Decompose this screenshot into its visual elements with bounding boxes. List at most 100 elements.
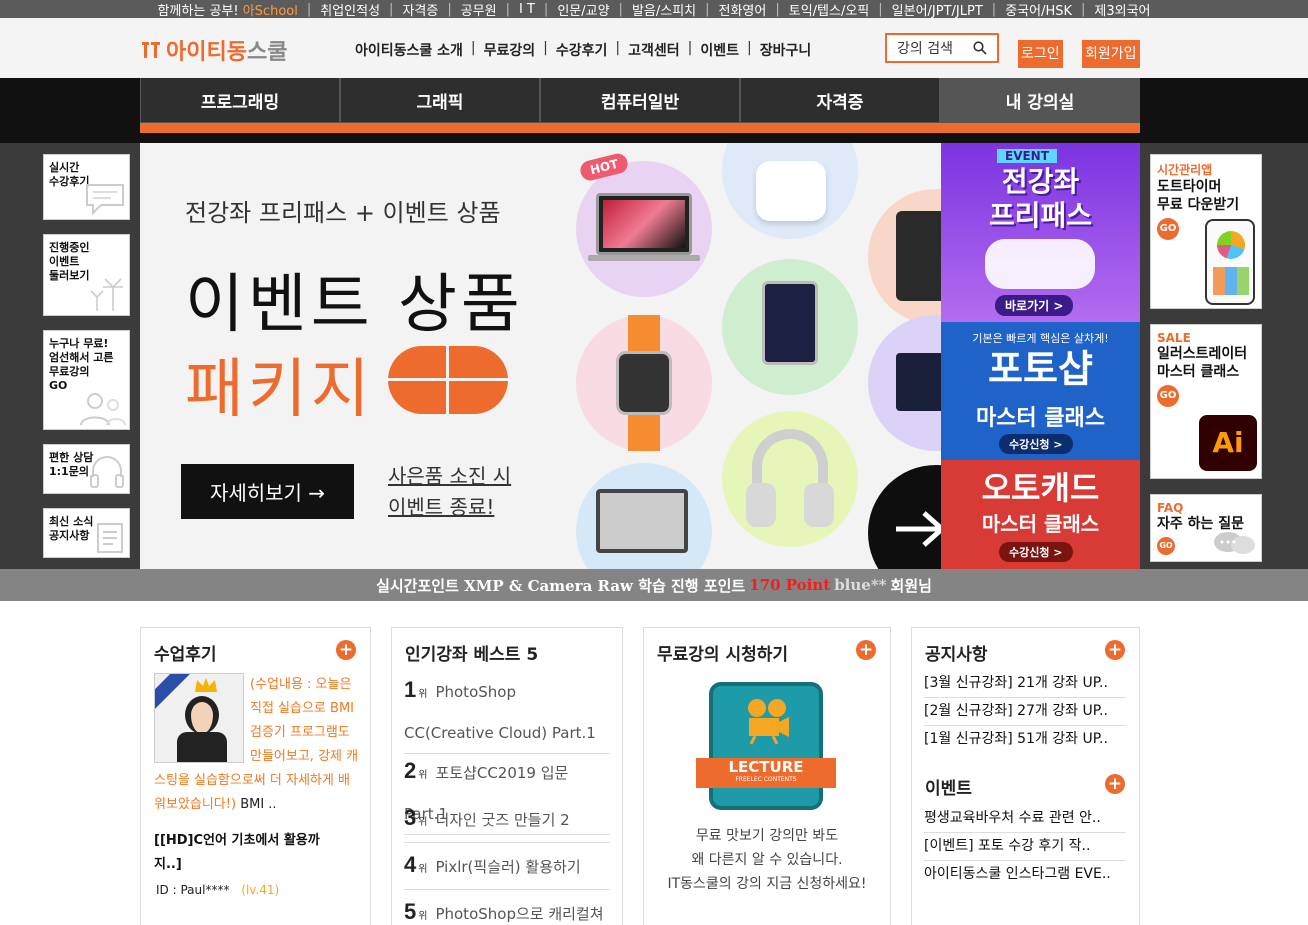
product-airpods <box>722 143 858 239</box>
category-computer-general[interactable]: 컴퓨터일반 <box>540 78 740 123</box>
film-projector-icon <box>748 699 789 745</box>
review-course-link[interactable]: [[HD]C언어 기초에서 활용까지..] <box>154 829 344 877</box>
best-item-1[interactable]: 1 위 PhotoShop CC(Creative Cloud) Part.1 <box>404 670 610 754</box>
best-item-4[interactable]: 4 위 Pixlr(픽슬러) 활용하기 <box>404 845 610 890</box>
quick-illustrator-sale[interactable]: SALE 일러스트레이터 마스터 클래스 GO Ai <box>1150 324 1262 479</box>
topbar-link[interactable]: 일본어/JPT/JLPT <box>883 0 992 19</box>
search-icon[interactable] <box>973 41 987 55</box>
lecture-badge-graphic[interactable] <box>709 682 823 810</box>
login-button[interactable]: 로그인 <box>1018 40 1063 68</box>
topbar-intro: 함께하는 공부! 아School <box>157 3 298 19</box>
category-my-classroom[interactable]: 내 강의실 <box>940 78 1140 123</box>
firework-icon <box>90 278 123 311</box>
topbar-link[interactable]: 자격증 <box>393 0 447 19</box>
review-user-id: ID : Paul**** (lv.41) <box>156 883 280 897</box>
realtime-point-ticker: 실시간포인트 XMP & Camera Raw 학습 진행 포인트 170 Po… <box>0 569 1308 601</box>
ad-photoshop[interactable]: 기본은 빠르게 핵심은 살차게! 포토샵 마스터 클래스 수강신청 > <box>941 322 1140 460</box>
ad-autocad-cta[interactable]: 수강신청 > <box>999 542 1073 562</box>
people-icon <box>80 393 126 426</box>
reviews-more-plus-icon[interactable]: + <box>336 640 356 660</box>
free-lecture-more-plus-icon[interactable]: + <box>856 640 876 660</box>
airpods-graphic <box>985 239 1095 289</box>
best5-panel: 인기강좌 베스트 5 1 위 PhotoShop CC(Creative Cloud… <box>391 627 623 925</box>
phone-app-graphic <box>1205 219 1255 305</box>
go-badge[interactable]: GO <box>1157 385 1179 407</box>
chat-bubbles-icon <box>1214 532 1255 554</box>
category-programming[interactable]: 프로그래밍 <box>140 78 340 123</box>
main-event-banner[interactable]: 전강좌 프리패스 + 이벤트 상품 이벤트 상품 패키지 자세히보기 → 사은품… <box>140 143 941 569</box>
join-button[interactable]: 회원가입 <box>1082 40 1140 68</box>
reviews-title: 수업후기 <box>154 645 217 665</box>
notice-item[interactable]: [1월 신규강좌] 51개 강좌 UP.. <box>924 726 1126 753</box>
topbar-link[interactable]: 발음/스피치 <box>623 0 705 19</box>
left-quick-menu: 실시간 수강후기 진행중인 이벤트 둘러보기 누구나 무료! 엄선해서 고른 무… <box>43 154 130 572</box>
ad-freepass-cta[interactable]: 바로가기 > <box>995 295 1074 316</box>
arrow-right-icon[interactable] <box>890 507 941 551</box>
main-nav: 아이티동스쿨 소개 | 무료강의 | 수강후기 | 고객센터 | 이벤트 | 장바구니 <box>349 40 817 60</box>
product-ipad <box>722 259 858 395</box>
lecture-ribbon: LECTURE FREELEC CONTENTS <box>696 758 836 788</box>
right-quick-menu: 시간관리앱 도트타이머 무료 다운받기 GO SALE 일러스트레이터 마스터 … <box>1150 154 1262 577</box>
search-input[interactable]: 강의 검색 <box>885 33 999 63</box>
notice-item[interactable]: [2월 신규강좌] 27개 강좌 UP.. <box>924 698 1126 726</box>
go-badge[interactable]: GO <box>1157 218 1179 240</box>
quick-notice[interactable]: 최신 소식 공지사항 <box>43 508 130 558</box>
hero-stage: 실시간 수강후기 진행중인 이벤트 둘러보기 누구나 무료! 엄선해서 고른 무… <box>0 143 1308 569</box>
topbar-link[interactable]: 전화영어 <box>710 0 776 19</box>
nav-reviews[interactable]: 수강후기 <box>550 40 614 60</box>
banner-detail-button[interactable]: 자세히보기 → <box>181 464 354 519</box>
nav-customer-center[interactable]: 고객센터 <box>622 40 686 60</box>
quick-ongoing-events[interactable]: 진행중인 이벤트 둘러보기 <box>43 234 130 316</box>
category-accent-line <box>140 123 1140 133</box>
quick-consult-inquiry[interactable]: 편한 상담 1:1문의 <box>43 444 130 494</box>
ad-photoshop-cta[interactable]: 수강신청 > <box>999 434 1073 454</box>
best-item-3[interactable]: 3 위 디자인 굿즈 만들기 2 <box>404 798 610 843</box>
quick-faq[interactable]: FAQ 자주 하는 질문 GO <box>1150 494 1262 562</box>
product-macbook <box>868 315 941 451</box>
best-item-5[interactable]: 5 위 PhotoShop으로 캐리컬쳐 <box>404 892 610 925</box>
topbar-link[interactable]: 제3외국어 <box>1085 0 1159 19</box>
event-more-plus-icon[interactable]: + <box>1105 774 1125 794</box>
logo-mark-icon <box>142 42 160 58</box>
nav-cart[interactable]: 장바구니 <box>754 40 818 60</box>
topbar-link[interactable]: I T <box>510 2 544 17</box>
banner-title-package: 패키지 <box>185 353 374 427</box>
nav-free-lectures[interactable]: 무료강의 <box>478 40 542 60</box>
document-icon <box>97 523 123 553</box>
notice-more-plus-icon[interactable]: + <box>1105 640 1125 660</box>
topbar-link[interactable]: 취업인적성 <box>311 0 389 19</box>
ad-freepass[interactable]: EVENT 전강좌 프리패스 바로가기 > <box>941 143 1140 322</box>
event-item[interactable]: 아이티동스쿨 인스타그램 EVE.. <box>924 861 1126 888</box>
review-text: (수업내용 : 오늘은 직접 실습으로 BMI 검증기 프로그램도 만들어보고,… <box>154 677 359 812</box>
topbar-link[interactable]: 토익/텝스/오픽 <box>780 0 879 19</box>
event-item[interactable]: 평생교육바우처 수료 관련 안.. <box>924 805 1126 833</box>
site-header: 아이티동 스쿨 아이티동스쿨 소개 | 무료강의 | 수강후기 | 고객센터 | 이벤트 |… <box>0 18 1308 78</box>
free-lecture-title: 무료강의 시청하기 <box>657 645 789 665</box>
nav-about[interactable]: 아이티동스쿨 소개 <box>349 40 469 60</box>
banner-note: 사은품 소진 시 이벤트 종료! <box>388 464 512 519</box>
quick-realtime-reviews[interactable]: 실시간 수강후기 <box>43 154 130 220</box>
product-tablet-dark <box>868 189 941 325</box>
topbar-link[interactable]: 공무원 <box>452 0 506 19</box>
next-arrow-circle[interactable] <box>868 465 941 569</box>
category-certificate[interactable]: 자격증 <box>740 78 940 123</box>
top-utility-bar: 함께하는 공부! 아School | 취업인적성 | 자격증 | 공무원 | I T | … <box>0 0 1308 19</box>
product-headphones <box>722 411 858 547</box>
event-item[interactable]: [이벤트] 포토 수강 후기 작.. <box>924 833 1126 861</box>
nav-event[interactable]: 이벤트 <box>694 40 745 60</box>
topbar-link[interactable]: 인문/교양 <box>548 0 618 19</box>
banner-title: 이벤트 상품 <box>185 268 524 342</box>
quick-free-lectures[interactable]: 누구나 무료! 엄선해서 고른 무료강의 GO <box>43 330 130 430</box>
quick-dot-timer[interactable]: 시간관리앱 도트타이머 무료 다운받기 GO <box>1150 154 1262 309</box>
category-graphic[interactable]: 그래픽 <box>340 78 540 123</box>
go-badge[interactable]: GO <box>1157 537 1175 555</box>
free-lecture-panel: 무료강의 시청하기 + LECTURE FREELEC CONTENTS 무료 … <box>643 627 891 925</box>
ad-autocad[interactable]: 오토캐드 마스터 클래스 수강신청 > <box>941 460 1140 569</box>
topbar-link[interactable]: 중국어/HSK <box>996 0 1081 19</box>
notice-item[interactable]: [3월 신규강좌] 21개 강좌 UP.. <box>924 670 1126 698</box>
topbar-brand-link[interactable]: 아School <box>243 4 298 19</box>
event-title: 이벤트 <box>925 779 972 799</box>
notice-event-panel: 공지사항 + [3월 신규강좌] 21개 강좌 UP.. [2월 신규강좌] 2… <box>911 627 1140 925</box>
site-logo[interactable]: 아이티동 스쿨 <box>140 34 287 66</box>
product-surface <box>576 463 712 569</box>
